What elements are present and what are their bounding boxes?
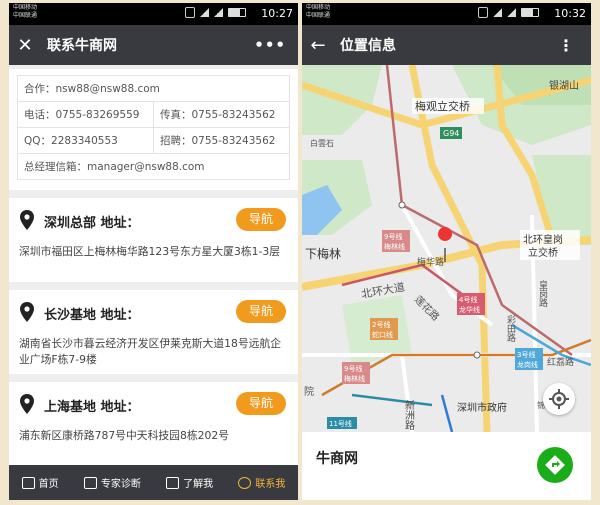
back-arrow-icon[interactable]: ← [302, 35, 334, 56]
map-label: 11号线 [329, 419, 352, 428]
document-icon [166, 476, 180, 489]
navigate-button[interactable]: 导航 [236, 392, 286, 415]
metro-station [473, 351, 481, 359]
contact-email[interactable]: 合作：nsw88@nsw88.com [17, 75, 290, 102]
right-phone: 中国移动 中国联通 10:32 ← 位置信息 ⋮ 梅观立交桥 下梅林 北环大道 … [302, 3, 591, 500]
bottom-nav: 首页 专家诊断 了解我 联系我 [9, 465, 298, 500]
map-label: G94 [443, 129, 459, 138]
alarm-icon [185, 7, 195, 18]
more-vertical-icon[interactable]: ⋮ [558, 36, 575, 55]
signal-icon [214, 8, 223, 17]
nav-about[interactable]: 了解我 [166, 475, 213, 490]
contact-hire[interactable]: 招聘：0755-83243562 [153, 127, 290, 154]
map-label: 立交桥 [528, 246, 558, 259]
office-name: 深圳总部 地址： [44, 216, 140, 231]
nav-contact[interactable]: 联系我 [238, 475, 285, 490]
page-title: 位置信息 [340, 38, 396, 54]
title-bar: ✕ 联系牛商网 ••• [9, 25, 298, 65]
status-icons [185, 7, 246, 18]
signal-icon [507, 8, 516, 17]
alarm-icon [478, 7, 488, 18]
map-label: 下梅林 [305, 246, 341, 261]
navigate-button[interactable]: 导航 [236, 208, 286, 231]
status-bar: 中国移动 中国联通 10:27 [9, 3, 298, 25]
map-label: 白雲石 [310, 138, 334, 148]
map-label: 蛇口线 [372, 330, 393, 339]
office-card: 深圳总部 地址： 导航 深圳市福田区上梅林梅华路123号东方星大厦3栋1-3层 [9, 198, 298, 282]
clock: 10:27 [261, 7, 293, 20]
location-pin-icon [20, 210, 34, 230]
map-label: 梅观立交桥 [415, 99, 470, 113]
left-phone: 中国移动 中国联通 10:27 ✕ 联系牛商网 ••• 合作：nsw88@nsw8… [9, 3, 298, 500]
map-label: 梅林线 [384, 242, 405, 251]
contact-table: 合作：nsw88@nsw88.com 电话：0755-83269559 传真：07… [17, 75, 290, 180]
office-card: 长沙基地 地址： 导航 湖南省长沙市暮云经济开发区伊莱克斯大道18号远航企业广场… [9, 290, 298, 374]
map-label: 院 [304, 385, 314, 398]
map-label: 银湖山 [549, 79, 579, 92]
wifi-icon [200, 8, 209, 17]
map-label: 梅华路 [417, 256, 444, 268]
office-address: 湖南省长沙市暮云经济开发区伊莱克斯大道18号远航企业广场F栋7-9楼 [19, 337, 282, 366]
contact-fax: 传真：0755-83243562 [153, 101, 290, 128]
battery-icon [228, 8, 246, 17]
crosshair-icon [549, 389, 569, 409]
map-marker-icon [438, 227, 453, 241]
phone-icon [238, 476, 252, 489]
contact-phone[interactable]: 电话：0755-83269559 [17, 101, 154, 128]
scan-icon [83, 476, 97, 489]
map-label: 9号线 [344, 364, 362, 373]
map-label: 龙岗线 [517, 360, 538, 369]
office-card: 上海基地 地址： 导航 浦东新区康桥路787号中天科技园8栋202号 [9, 382, 298, 466]
place-name: 牛商网 [316, 451, 358, 467]
map-label: 北环皇岗 [523, 233, 563, 246]
carrier-label: 中国移动 中国联通 [306, 4, 331, 19]
location-pin-icon [20, 394, 34, 414]
map-label: 2号线 [372, 320, 390, 329]
navigation-icon [545, 455, 565, 475]
clock: 10:32 [554, 7, 586, 20]
contact-card: 合作：nsw88@nsw88.com 电话：0755-83269559 传真：07… [9, 69, 298, 190]
map-label: 3号线 [517, 350, 535, 359]
map-label: 新洲路 [403, 399, 415, 431]
contact-qq[interactable]: QQ：2283340553 [17, 127, 154, 154]
map-label: 红荔路 [547, 356, 574, 368]
map-label: 彩田路 [505, 315, 516, 343]
office-name: 上海基地 地址： [44, 400, 140, 415]
office-address: 浦东新区康桥路787号中天科技园8栋202号 [19, 429, 230, 442]
battery-icon [521, 8, 539, 17]
map-label: 龙华线 [459, 305, 480, 314]
map-label: 皇岗路 [537, 279, 548, 308]
map-view[interactable]: 梅观立交桥 下梅林 北环大道 梅华路 莲花路 彩田路 皇岗路 新洲路 深圳市政府… [302, 65, 591, 432]
metro-station [398, 201, 406, 209]
status-icons [478, 7, 539, 18]
home-icon [21, 476, 35, 489]
carrier-label: 中国移动 中国联通 [13, 4, 38, 19]
nav-diagnosis[interactable]: 专家诊断 [83, 475, 141, 490]
status-bar: 中国移动 中国联通 10:32 [302, 3, 591, 25]
office-address: 深圳市福田区上梅林梅华路123号东方星大厦3栋1-3层 [19, 245, 281, 258]
place-info-panel: 牛商网 [302, 432, 591, 500]
nav-home[interactable]: 首页 [21, 475, 59, 490]
locate-me-button[interactable] [543, 383, 575, 415]
more-icon[interactable]: ••• [254, 36, 286, 54]
map-label: 9号线 [384, 232, 402, 241]
navigate-button[interactable]: 导航 [236, 300, 286, 323]
title-bar: ← 位置信息 ⋮ [302, 25, 591, 65]
map-label: 深圳市政府 [457, 401, 507, 414]
close-icon[interactable]: ✕ [9, 35, 41, 56]
map-label: 4号线 [459, 295, 477, 304]
map-label: 梅林线 [344, 374, 365, 383]
map-canvas: 梅观立交桥 下梅林 北环大道 梅华路 莲花路 彩田路 皇岗路 新洲路 深圳市政府… [302, 65, 591, 432]
page-title: 联系牛商网 [47, 38, 117, 54]
contact-manager[interactable]: 总经理信箱：manager@nsw88.com [17, 153, 290, 180]
office-name: 长沙基地 地址： [44, 308, 140, 323]
navigate-fab[interactable] [537, 447, 573, 483]
wifi-icon [493, 8, 502, 17]
location-pin-icon [20, 302, 34, 322]
